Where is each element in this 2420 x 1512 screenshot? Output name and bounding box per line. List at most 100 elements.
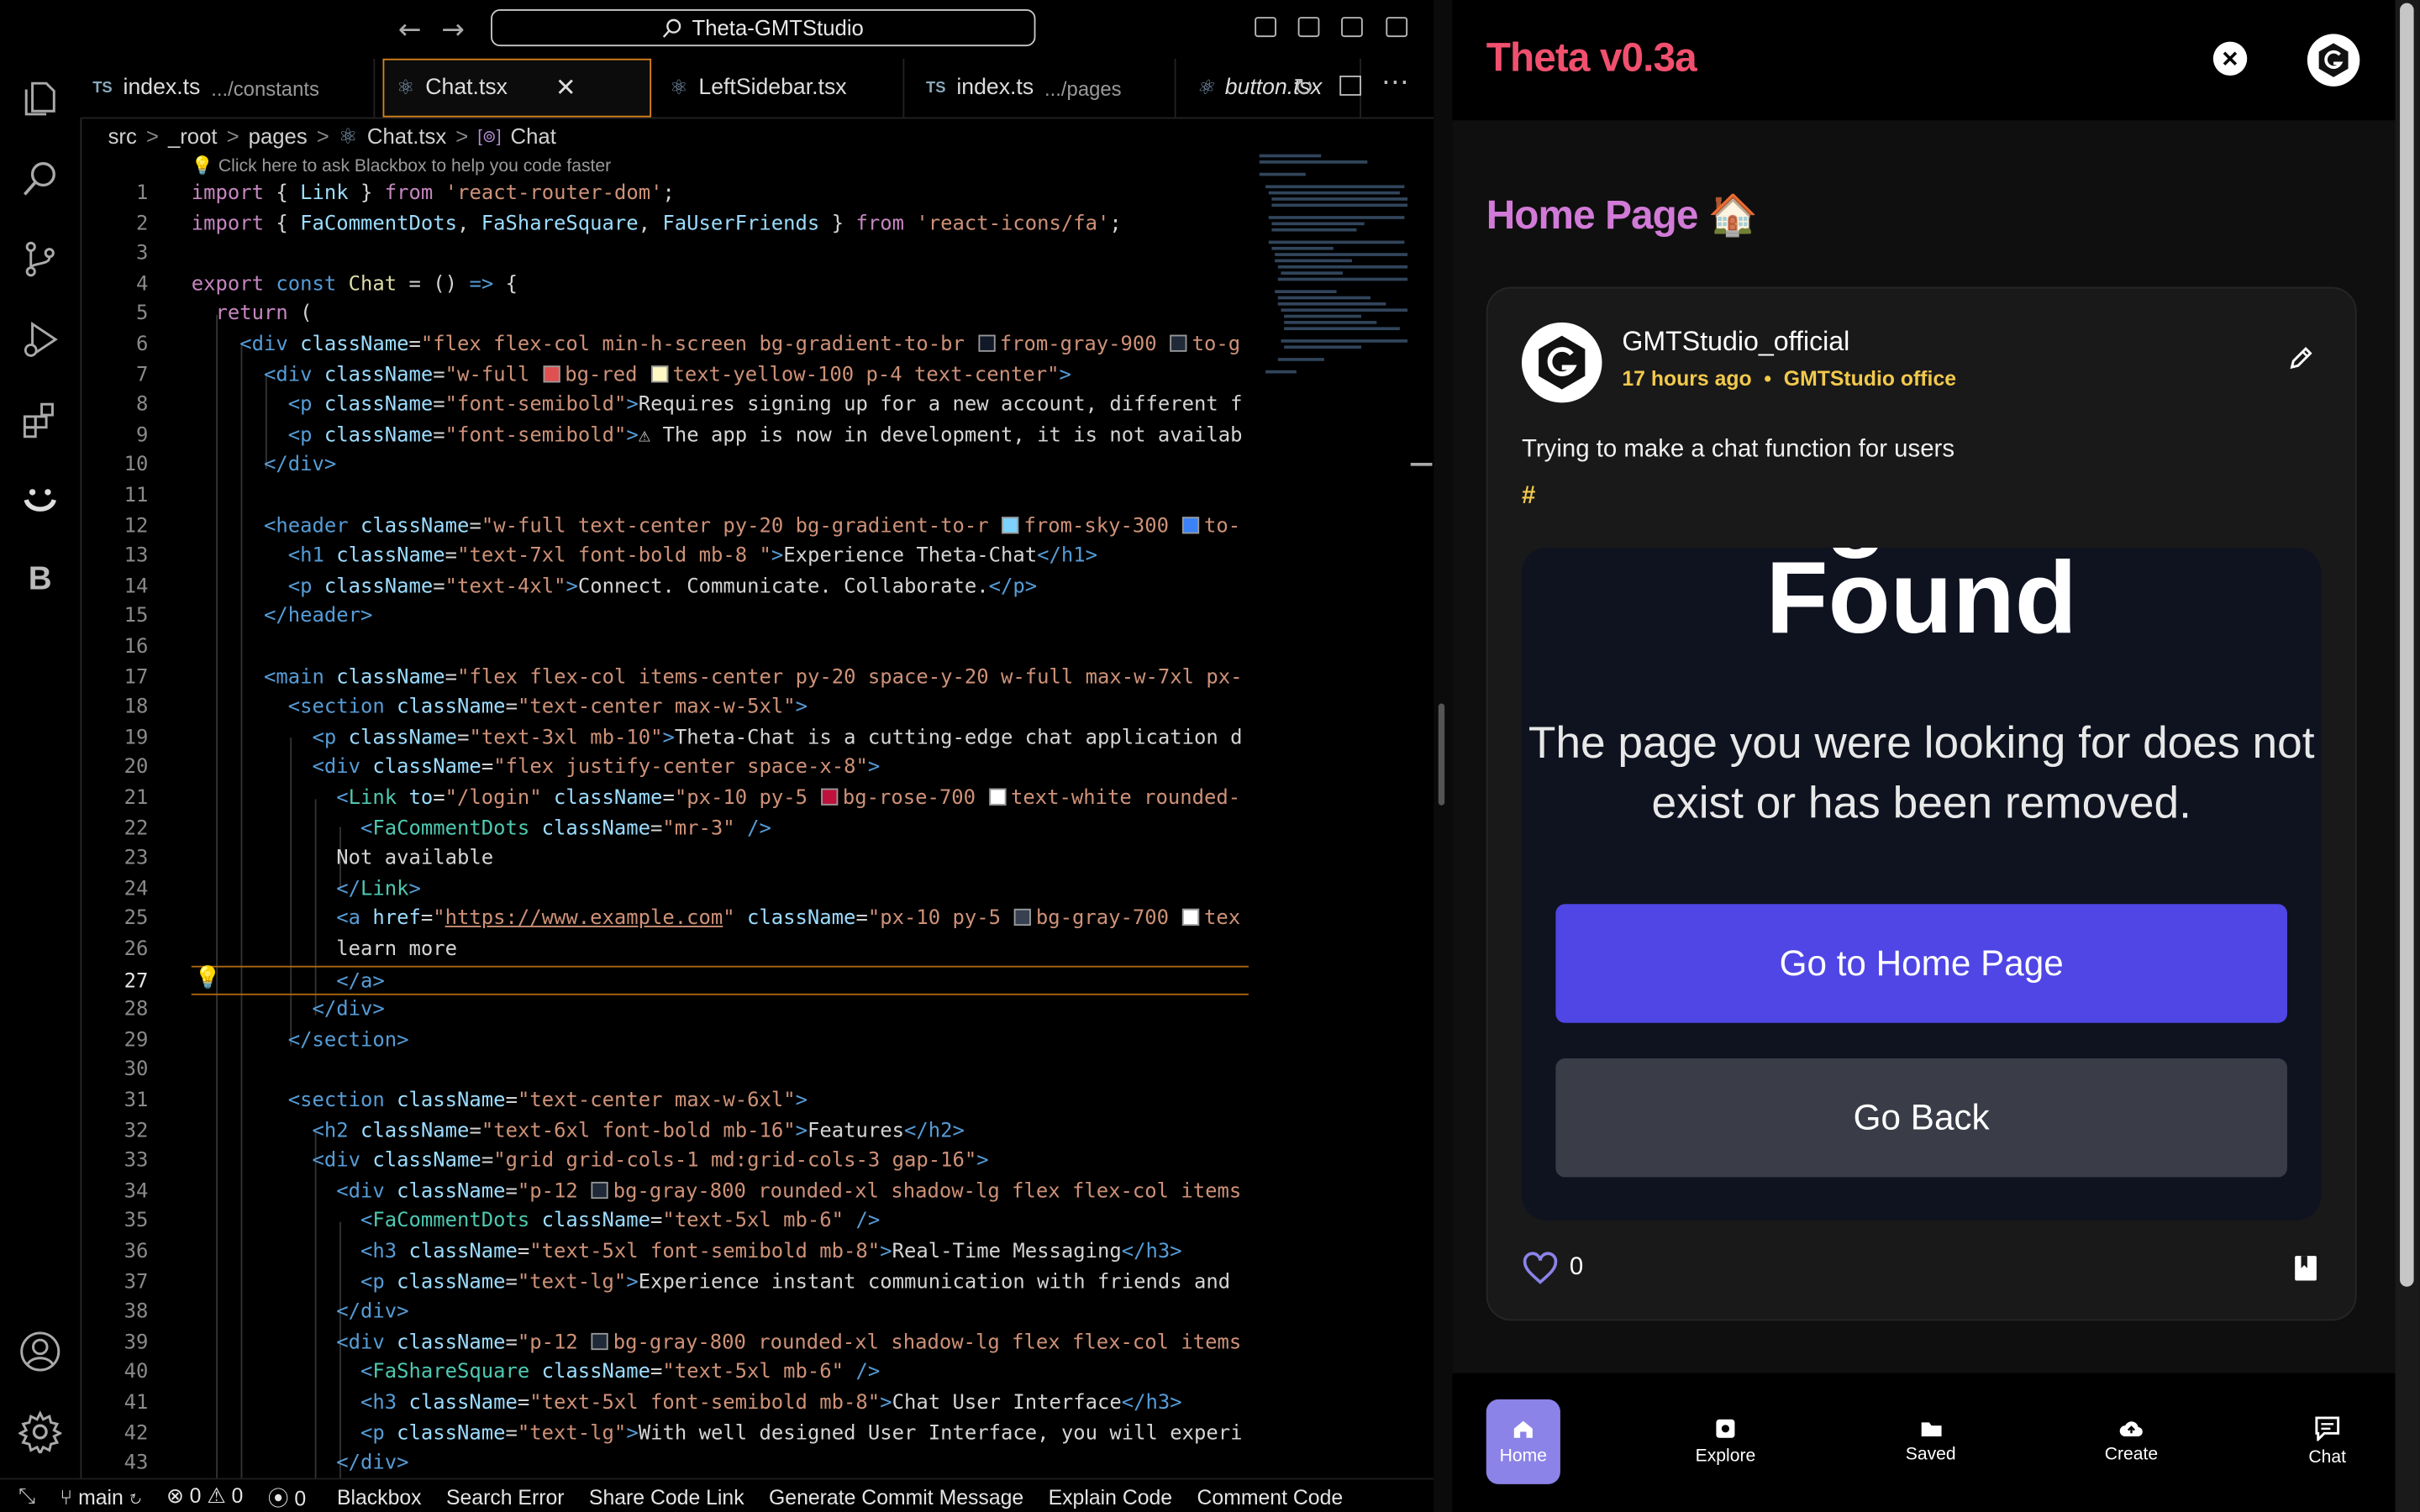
toggle-primary-sidebar-icon[interactable] <box>1255 17 1276 38</box>
status-share-code-link[interactable]: Share Code Link <box>589 1485 744 1509</box>
explorer-icon[interactable] <box>18 77 61 120</box>
blackbox-chat-icon[interactable] <box>18 478 61 521</box>
explore-icon <box>1716 1419 1735 1438</box>
status-search-error[interactable]: Search Error <box>446 1485 565 1509</box>
image-message: The page you were looking for does not e… <box>1528 718 2315 829</box>
code-line: 16 <box>124 635 149 659</box>
back-arrow-icon[interactable]: ← <box>398 14 422 47</box>
tab-path: .../pages <box>1044 76 1122 100</box>
search-icon[interactable] <box>18 157 61 200</box>
breadcrumb-symbol[interactable]: Chat <box>511 123 556 148</box>
code-line: 14 <p className="text-4xl">Connect. Comm… <box>124 575 1038 599</box>
more-actions-icon[interactable]: ⋯ <box>1381 66 1409 99</box>
branch-status[interactable]: ⑂ main ↻ <box>60 1485 141 1509</box>
tab-leftsidebar-tsx[interactable]: ⚛ LeftSidebar.tsx <box>657 58 905 118</box>
refresh-icon[interactable]: ↻ <box>1293 72 1314 103</box>
image-title: Page Not Found <box>1522 548 2321 659</box>
run-debug-icon[interactable] <box>18 318 61 360</box>
code-line: 10 </div> <box>124 454 337 478</box>
typescript-icon: TS <box>92 79 113 97</box>
nav-saved[interactable]: Saved <box>1894 1399 1968 1484</box>
command-center-search[interactable]: Theta-GMTStudio <box>491 9 1036 47</box>
blackbox-b-icon[interactable]: B <box>18 559 61 601</box>
app-scrollbar-thumb[interactable] <box>2400 3 2414 1287</box>
react-icon: ⚛ <box>1196 75 1214 99</box>
folder-icon <box>1920 1422 1941 1436</box>
code-line: 22 <FaCommentDots className="mr-3" /> <box>124 816 771 841</box>
breadcrumb-file[interactable]: Chat.tsx <box>367 123 446 148</box>
settings-gear-icon[interactable] <box>18 1410 62 1454</box>
code-editor-window: ← → Theta-GMTStudio B TS index.ts .../co… <box>0 0 1434 1512</box>
post-hashtag[interactable]: # <box>1522 483 1535 511</box>
tab-index-constants[interactable]: TS index.ts .../constants <box>81 58 376 118</box>
code-editor[interactable]: 1 import { Link } from 'react-router-dom'… <box>81 179 1254 1478</box>
code-line: 41 <h3 className="text-5xl font-semibold… <box>124 1391 1182 1415</box>
edit-pencil-icon[interactable] <box>2287 344 2315 380</box>
user-avatar[interactable] <box>2307 34 2360 87</box>
split-editor-icon[interactable] <box>1339 75 1361 96</box>
ports-status[interactable]: ⦿ 0 <box>268 1481 307 1512</box>
lightbulb-icon[interactable]: 💡 <box>194 966 221 990</box>
code-line: 6 <div className="flex flex-col min-h-sc… <box>135 333 1241 357</box>
code-line: 11 <box>124 484 149 508</box>
breadcrumb-pages[interactable]: pages <box>249 123 308 148</box>
toggle-panel-icon[interactable] <box>1297 17 1320 38</box>
code-line: 23 Not available <box>124 847 494 871</box>
bookmark-save-icon[interactable] <box>2293 1254 2317 1289</box>
code-line: 9 <p className="font-semibold">⚠ The app… <box>135 423 1243 448</box>
source-control-icon[interactable] <box>18 238 61 281</box>
code-line: 7 <div className="w-full bg-red text-yel… <box>135 363 1071 387</box>
code-line: 8 <p className="font-semibold">Requires … <box>135 393 1243 417</box>
breadcrumb-root[interactable]: _root <box>168 123 218 148</box>
status-blackbox[interactable]: Blackbox <box>337 1485 422 1509</box>
post-meta: 17 hours ago • GMTStudio office <box>1622 367 1957 391</box>
react-icon: ⚛ <box>338 123 358 148</box>
gmt-logo-icon <box>1539 335 1586 390</box>
symbol-icon: [⊚] <box>477 127 502 146</box>
nav-create[interactable]: Create <box>2094 1399 2168 1484</box>
close-icon[interactable]: ✕ <box>2212 41 2248 76</box>
tab-button-tsx[interactable]: ⚛ button.tsx <box>1184 58 1361 118</box>
tab-index-pages[interactable]: TS index.ts .../pages <box>913 58 1176 118</box>
status-generate-commit-message[interactable]: Generate Commit Message <box>769 1485 1023 1509</box>
post-image[interactable]: Page Not Found The page you were looking… <box>1521 548 2322 1221</box>
close-tab-icon[interactable]: ✕ <box>555 72 576 103</box>
toggle-secondary-sidebar-icon[interactable] <box>1341 17 1363 38</box>
code-line: 17 <main className="flex flex-col items-… <box>124 665 1243 690</box>
status-explain-code[interactable]: Explain Code <box>1049 1485 1173 1509</box>
blackbox-hint[interactable]: 💡 Click here to ask Blackbox to help you… <box>192 155 611 176</box>
tab-label: index.ts <box>956 75 1034 101</box>
gmt-logo-icon <box>2318 43 2349 77</box>
like-count: 0 <box>1569 1254 1584 1281</box>
status-bar: ⤡ ⑂ main ↻ ⊗ 0 ⚠ 0 ⦿ 0 Blackbox Search E… <box>0 1478 1434 1512</box>
scroll-position-marker <box>1410 463 1433 466</box>
like-heart-icon[interactable] <box>1522 1252 1559 1294</box>
editor-scrollbar-thumb[interactable] <box>1438 703 1445 806</box>
breadcrumb-src[interactable]: src <box>108 123 137 148</box>
accounts-icon[interactable] <box>18 1330 61 1373</box>
page-title: Home Page 🏠 <box>1486 191 1759 238</box>
forward-arrow-icon[interactable]: → <box>441 14 465 47</box>
nav-chat[interactable]: Chat <box>2291 1399 2365 1484</box>
post-location: GMTStudio office <box>1783 367 1957 391</box>
code-line: 29 </section> <box>124 1028 409 1053</box>
post-card: GMTStudio_official 17 hours ago • GMTStudi… <box>1486 286 2357 1321</box>
status-comment-code[interactable]: Comment Code <box>1197 1485 1344 1509</box>
nav-explore[interactable]: Explore <box>1688 1399 1762 1484</box>
app-header: Theta v0.3a ✕ <box>1452 0 2396 121</box>
extensions-icon[interactable] <box>18 398 61 441</box>
tab-chat-tsx[interactable]: ⚛ Chat.tsx ✕ <box>382 58 652 118</box>
problems-status[interactable]: ⊗ 0 ⚠ 0 <box>166 1484 243 1509</box>
post-author-name[interactable]: GMTStudio_official <box>1622 326 1849 359</box>
code-line: 31 <section className="text-center max-w… <box>124 1089 808 1113</box>
nav-home[interactable]: Home <box>1486 1399 1560 1484</box>
tab-label: Chat.tsx <box>425 75 508 101</box>
code-line: 32 <h2 className="text-6xl font-bold mb-… <box>124 1119 965 1143</box>
image-home-button: Go to Home Page <box>1555 904 2287 1023</box>
app-title: Theta v0.3a <box>1486 34 1697 81</box>
customize-layout-icon[interactable] <box>1386 17 1408 38</box>
remote-icon[interactable]: ⤡ <box>18 1484 35 1509</box>
post-author-avatar[interactable] <box>1521 322 1602 403</box>
minimap[interactable] <box>1253 151 1408 383</box>
code-line: 40 <FaShareSquare className="text-5xl mb… <box>124 1361 881 1385</box>
